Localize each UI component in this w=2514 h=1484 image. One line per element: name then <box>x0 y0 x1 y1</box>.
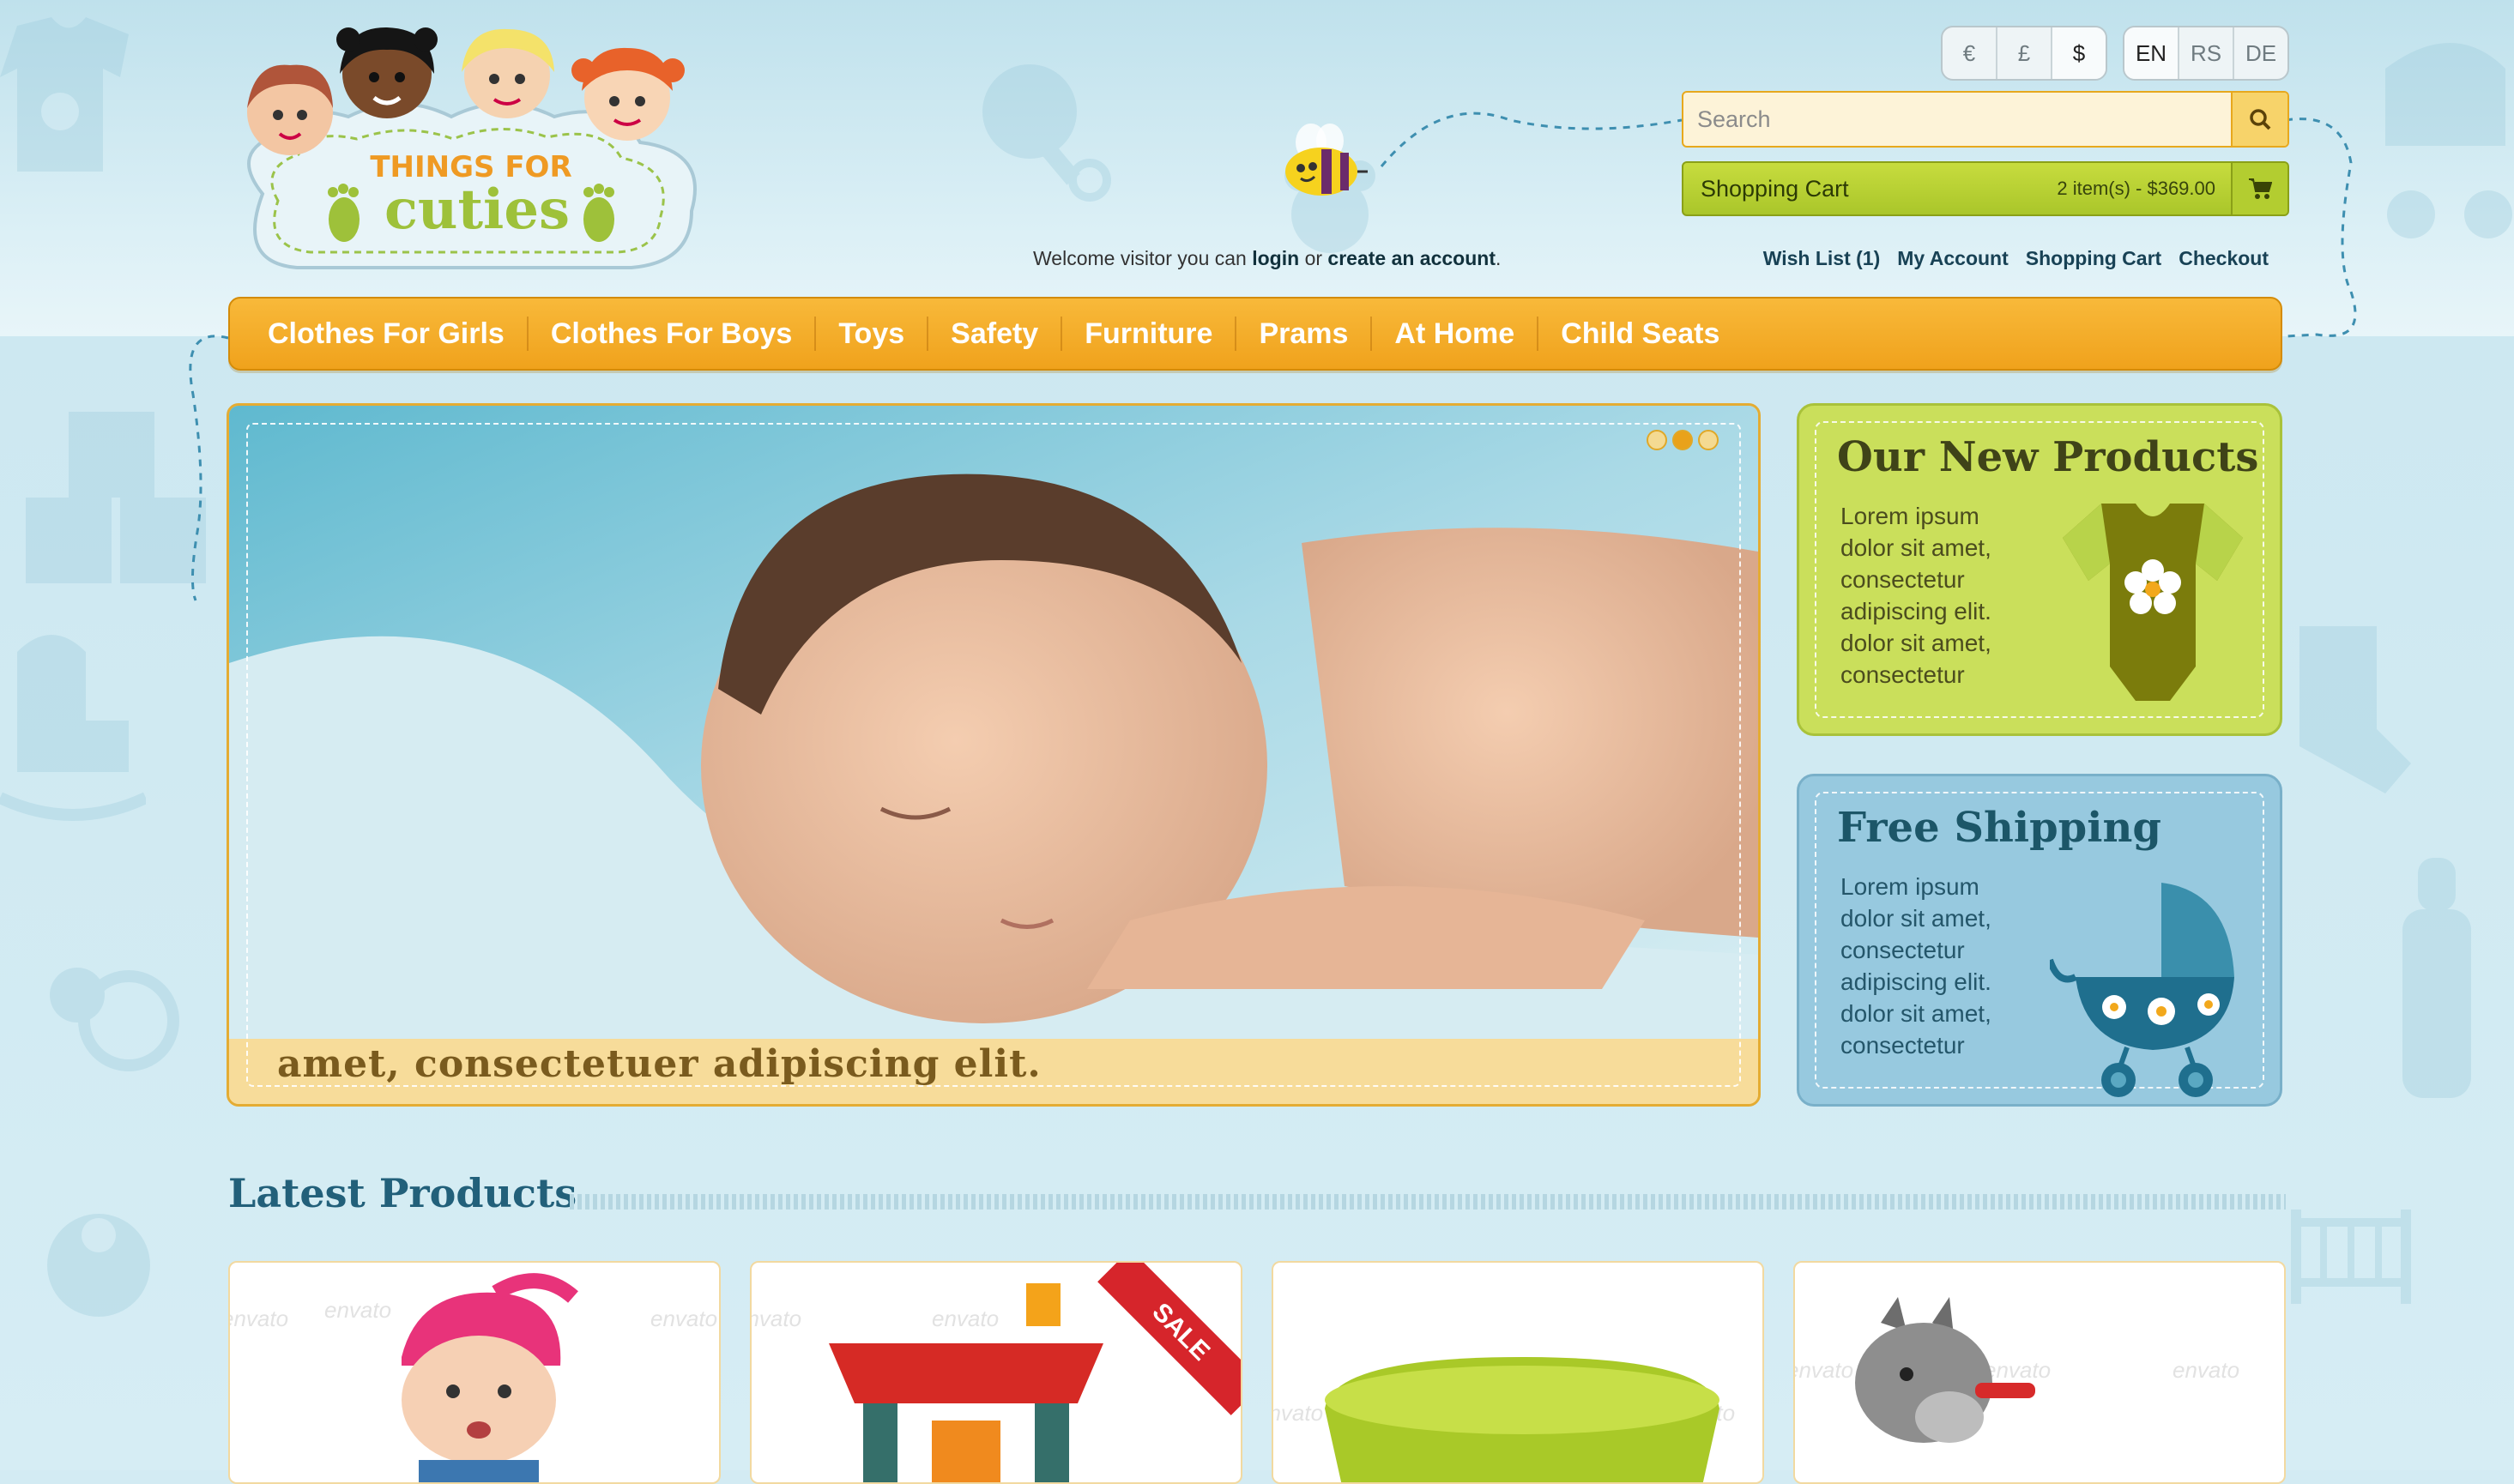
shopping-cart-summary[interactable]: Shopping Cart 2 item(s) - $369.00 <box>1682 161 2289 216</box>
watermark: envato <box>1795 1357 1854 1383</box>
search-icon <box>2250 109 2271 130</box>
product-card[interactable]: envato envato envato <box>228 1261 721 1484</box>
cart-icon <box>2249 178 2272 199</box>
footprint-right-icon <box>583 184 614 242</box>
product-card[interactable]: envato envato envato <box>1793 1261 2286 1484</box>
bee-mascot-icon <box>1285 124 1368 196</box>
baby-in-pink-hat-image <box>402 1273 578 1482</box>
slider-pagination <box>1647 430 1719 450</box>
rocking-horse-silhouette-icon <box>0 635 146 821</box>
nav-clothes-for-boys[interactable]: Clothes For Boys <box>529 317 817 351</box>
nav-child-seats[interactable]: Child Seats <box>1538 317 1742 351</box>
account-links: Wish List (1) My Account Shopping Cart C… <box>1763 247 2269 270</box>
currency-switcher: € £ $ <box>1941 26 2107 81</box>
nav-clothes-for-girls[interactable]: Clothes For Girls <box>245 317 529 351</box>
search-bar <box>1682 91 2289 148</box>
login-link[interactable]: login <box>1252 247 1299 269</box>
nav-at-home[interactable]: At Home <box>1372 317 1539 351</box>
shopping-cart-link[interactable]: Shopping Cart <box>2026 247 2161 270</box>
wish-list-link[interactable]: Wish List (1) <box>1763 247 1881 270</box>
promo-title: Free Shipping <box>1837 804 2161 852</box>
welcome-message: Welcome visitor you can login or create … <box>1033 247 1501 270</box>
green-potty-image <box>1325 1357 1719 1482</box>
heading-divider <box>570 1194 2286 1210</box>
welcome-suffix: . <box>1496 247 1502 269</box>
latest-products-heading: Latest Products <box>228 1170 577 1216</box>
currency-dollar[interactable]: $ <box>2052 27 2106 79</box>
language-en[interactable]: EN <box>2124 27 2179 79</box>
hero-slider[interactable]: amet, consectetuer adipiscing elit. <box>227 403 1761 1107</box>
checkout-link[interactable]: Checkout <box>2179 247 2269 270</box>
language-switcher: EN RS DE <box>2123 26 2289 81</box>
sleeping-baby-photo <box>229 406 1758 1039</box>
product-card[interactable]: envato envato envato <box>1272 1261 1764 1484</box>
currency-pound[interactable]: £ <box>1997 27 2052 79</box>
slide-dot-3[interactable] <box>1698 430 1719 450</box>
rocking-donkey-image <box>1855 1297 2035 1443</box>
crib-silhouette-icon <box>2291 1210 2411 1304</box>
currency-euro[interactable]: € <box>1943 27 1997 79</box>
search-button[interactable] <box>2231 93 2287 146</box>
promo-text: Lorem ipsum dolor sit amet, consectetur … <box>1840 873 1991 1059</box>
promo-title: Our New Products <box>1837 433 2259 481</box>
main-navigation: Clothes For Girls Clothes For Boys Toys … <box>228 297 2282 371</box>
welcome-middle: or <box>1304 247 1323 269</box>
promo-free-shipping[interactable]: Free Shipping Lorem ipsum dolor sit amet… <box>1797 774 2282 1107</box>
nav-prams[interactable]: Prams <box>1236 317 1373 351</box>
create-account-link[interactable]: create an account <box>1327 247 1496 269</box>
teether-silhouette-icon <box>50 968 179 1071</box>
nav-furniture[interactable]: Furniture <box>1062 317 1237 351</box>
bib-silhouette-icon <box>47 1214 150 1317</box>
welcome-prefix: Welcome visitor you can <box>1033 247 1247 269</box>
pram-icon <box>2050 883 2234 1097</box>
onesie-icon <box>2063 504 2243 701</box>
watermark: envato <box>650 1306 718 1331</box>
promo-new-products[interactable]: Our New Products Lorem ipsum dolor sit a… <box>1797 403 2282 736</box>
footprint-left-icon <box>328 184 360 242</box>
promo-text: Lorem ipsum dolor sit amet, consectetur … <box>1840 503 1991 688</box>
cart-button[interactable] <box>2231 163 2287 214</box>
language-de[interactable]: DE <box>2234 27 2287 79</box>
product-card[interactable]: envato envato SALE <box>750 1261 1242 1484</box>
cart-title: Shopping Cart <box>1701 175 1849 202</box>
language-rs[interactable]: RS <box>2179 27 2234 79</box>
site-logo[interactable]: THINGS FOR cuties <box>228 22 714 276</box>
watermark: envato <box>230 1306 289 1331</box>
nav-toys[interactable]: Toys <box>816 317 929 351</box>
slide-dot-2[interactable] <box>1672 430 1693 450</box>
slider-caption: amet, consectetuer adipiscing elit. <box>277 1042 1042 1086</box>
watermark: envato <box>752 1306 802 1331</box>
slide-dot-1[interactable] <box>1647 430 1667 450</box>
bottle-silhouette-icon <box>2402 858 2471 1098</box>
cart-item-total: 2 item(s) - $369.00 <box>2057 178 2215 199</box>
sock-silhouette-icon <box>2299 626 2411 793</box>
watermark: envato <box>2173 1357 2240 1383</box>
my-account-link[interactable]: My Account <box>1897 247 2009 270</box>
nav-safety[interactable]: Safety <box>928 317 1063 351</box>
logo-line2: cuties <box>384 178 570 242</box>
wooden-toy-house-image <box>829 1283 1103 1482</box>
search-input[interactable] <box>1683 93 2231 146</box>
